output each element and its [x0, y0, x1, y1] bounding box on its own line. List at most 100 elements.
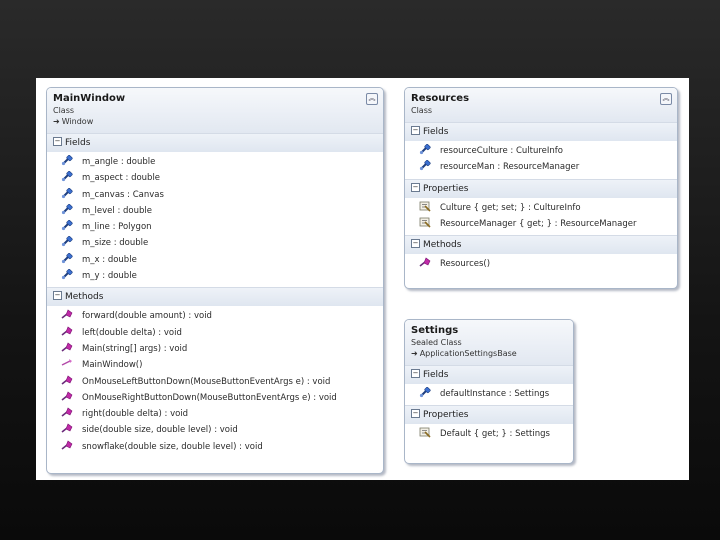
member-text: defaultInstance : Settings	[440, 389, 550, 399]
field-member[interactable]: m_level : double	[47, 203, 383, 219]
collapse-icon[interactable]: ︽	[660, 93, 672, 105]
method-icon	[419, 257, 431, 268]
section-properties[interactable]: − Properties	[405, 405, 573, 425]
class-mainwindow[interactable]: MainWindow Class ➜ Window ︽ − Fields m_ang…	[46, 87, 384, 474]
field-member[interactable]: m_canvas : Canvas	[47, 187, 383, 203]
field-member[interactable]: m_size : double	[47, 235, 383, 251]
class-header: Resources Class ︽	[405, 88, 677, 122]
property-icon	[419, 217, 431, 228]
diagram-canvas: MainWindow Class ➜ Window ︽ − Fields m_ang…	[36, 78, 689, 480]
member-text: left(double delta) : void	[82, 327, 182, 338]
member-text: Main(string[] args) : void	[82, 343, 188, 354]
field-icon	[61, 252, 73, 264]
section-label: Properties	[423, 410, 469, 421]
minus-box-icon[interactable]: −	[411, 369, 420, 378]
field-icon	[419, 143, 431, 155]
member-list: m_angle : double m_aspect : double m_canva…	[47, 152, 383, 288]
minus-box-icon[interactable]: −	[411, 409, 420, 419]
method-icon	[61, 423, 73, 434]
member-text: right(double delta) : void	[82, 409, 189, 420]
member-list: resourceCulture : CultureInfo resourceMan…	[405, 141, 677, 179]
member-text: Default { get; } : Settings	[440, 429, 550, 440]
method-member[interactable]: right(double delta) : void	[47, 406, 383, 422]
section-fields[interactable]: − Fields	[405, 365, 573, 384]
section-label: Fields	[423, 127, 449, 137]
class-base-name: Window	[61, 117, 94, 126]
field-icon	[61, 171, 73, 182]
method-icon	[61, 326, 73, 337]
class-resources[interactable]: Resources Class ︽ − Fields resourceCultur…	[404, 87, 678, 289]
method-icon	[61, 407, 73, 418]
member-text: m_line : Polygon	[82, 222, 152, 233]
method-member[interactable]: MainWindow()	[47, 357, 383, 373]
class-base: ➜ ApplicationSettingsBase	[411, 348, 565, 359]
member-text: m_aspect : double	[82, 173, 161, 184]
method-member[interactable]: left(double delta) : void	[47, 325, 383, 341]
minus-box-icon[interactable]: −	[411, 126, 420, 135]
minus-box-icon[interactable]: −	[53, 137, 62, 146]
field-member[interactable]: m_x : double	[47, 252, 383, 268]
method-member[interactable]: OnMouseRightButtonDown(MouseButtonEventA…	[47, 390, 383, 406]
minus-box-icon[interactable]: −	[411, 182, 420, 192]
method-member[interactable]: side(double size, double level) : void	[47, 422, 383, 438]
member-list: Culture { get; set; } : CultureInfo Resou…	[405, 197, 677, 236]
property-icon	[419, 427, 431, 438]
member-text: snowflake(double size, double level) : v…	[82, 441, 263, 452]
member-text: m_level : double	[82, 205, 152, 216]
class-name: Resources	[411, 93, 470, 104]
method-icon	[61, 309, 73, 320]
field-member[interactable]: m_angle : double	[47, 154, 383, 170]
section-label: Properties	[423, 183, 469, 194]
property-member[interactable]: ResourceManager { get; } : ResourceManag…	[405, 216, 677, 232]
method-member[interactable]: Main(string[] args) : void	[47, 341, 383, 357]
section-properties[interactable]: − Properties	[405, 178, 677, 198]
member-text: m_angle : double	[82, 157, 156, 167]
method-member[interactable]: Resources()	[405, 256, 677, 272]
section-fields[interactable]: − Fields	[405, 122, 677, 141]
class-settings[interactable]: Settings Sealed Class ➜ ApplicationSettin…	[404, 319, 574, 464]
collapse-icon[interactable]: ︽	[366, 93, 378, 105]
member-text: resourceMan : ResourceManager	[440, 162, 580, 173]
class-header: Settings Sealed Class ➜ ApplicationSettin…	[405, 320, 573, 365]
section-fields[interactable]: − Fields	[47, 133, 383, 152]
class-kind: Class	[411, 106, 433, 115]
property-member[interactable]: Culture { get; set; } : CultureInfo	[405, 200, 677, 216]
method-member[interactable]: forward(double amount) : void	[47, 308, 383, 324]
member-text: Resources()	[440, 259, 491, 270]
member-text: m_canvas : Canvas	[82, 189, 164, 200]
member-text: OnMouseLeftButtonDown(MouseButtonEventAr…	[82, 376, 331, 387]
method-member[interactable]: OnMouseLeftButtonDown(MouseButtonEventAr…	[47, 374, 383, 390]
section-methods[interactable]: − Methods	[405, 235, 677, 255]
class-header: MainWindow Class ➜ Window ︽	[47, 88, 383, 133]
member-text: MainWindow()	[82, 360, 143, 371]
member-text: side(double size, double level) : void	[82, 425, 238, 436]
section-label: Methods	[423, 240, 462, 251]
method-icon	[61, 375, 73, 386]
member-text: Culture { get; set; } : CultureInfo	[440, 202, 581, 213]
section-methods[interactable]: − Methods	[47, 287, 383, 307]
class-name: MainWindow	[53, 93, 126, 104]
inheritance-arrow-icon: ➜	[411, 349, 418, 358]
class-base: ➜ Window	[53, 116, 375, 127]
field-member[interactable]: m_line : Polygon	[47, 219, 383, 235]
property-icon	[419, 201, 431, 212]
class-base-name: ApplicationSettingsBase	[419, 349, 517, 358]
member-text: ResourceManager { get; } : ResourceManag…	[440, 218, 637, 229]
member-text: forward(double amount) : void	[82, 311, 212, 322]
constructor-icon	[61, 358, 73, 369]
property-member[interactable]: Default { get; } : Settings	[405, 426, 573, 442]
method-member[interactable]: snowflake(double size, double level) : v…	[47, 439, 383, 455]
class-kind: Class	[53, 106, 75, 115]
member-text: resourceCulture : CultureInfo	[440, 146, 564, 156]
field-member[interactable]: defaultInstance : Settings	[405, 386, 573, 402]
field-member[interactable]: m_aspect : double	[47, 170, 383, 186]
field-member[interactable]: resourceCulture : CultureInfo	[405, 143, 677, 159]
field-icon	[419, 160, 431, 171]
member-text: m_y : double	[82, 271, 137, 282]
field-icon	[61, 269, 73, 280]
field-member[interactable]: m_y : double	[47, 268, 383, 284]
field-member[interactable]: resourceMan : ResourceManager	[405, 159, 677, 175]
minus-box-icon[interactable]: −	[53, 291, 62, 301]
section-label: Fields	[65, 138, 91, 148]
minus-box-icon[interactable]: −	[411, 239, 420, 249]
